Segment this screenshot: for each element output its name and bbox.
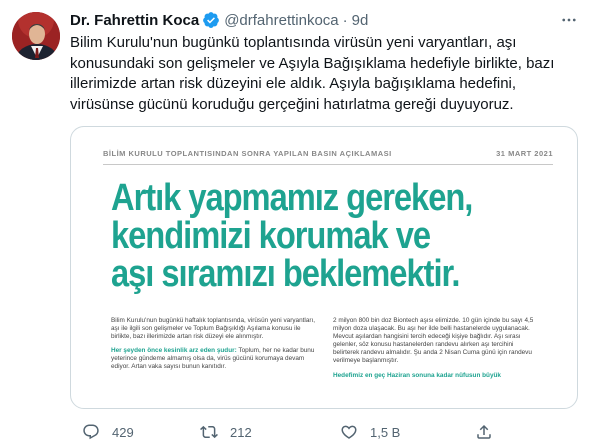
avatar[interactable] (12, 12, 60, 60)
reply-count: 429 (112, 424, 134, 440)
retweet-count: 212 (230, 424, 252, 440)
body-paragraph: Bilim Kurulu'nun bugünkü haftalık toplan… (111, 317, 316, 341)
press-release-title: BİLİM KURULU TOPLANTISINDAN SONRA YAPILA… (103, 149, 392, 158)
body-paragraph: 2 milyon 800 bin doz Biontech aşısı elim… (333, 317, 534, 365)
body-columns: Bilim Kurulu'nun bugünkü haftalık toplan… (111, 317, 549, 408)
body-paragraph: Her şeyden önce kesinlik arz eden şudur:… (111, 347, 317, 371)
like-button[interactable]: 1,5 B (340, 420, 400, 444)
highlight-text: Hedefimiz en geç Haziran sonuna kadar nü… (333, 371, 501, 379)
like-count: 1,5 B (370, 424, 401, 440)
headline-line: kendimizi korumak ve (111, 215, 431, 257)
press-release-header: BİLİM KURULU TOPLANTISINDAN SONRA YAPILA… (103, 149, 553, 158)
reply-icon (83, 424, 99, 440)
retweet-icon (200, 425, 218, 439)
more-options-icon[interactable] (558, 10, 580, 30)
tweet-timestamp[interactable]: 9d (352, 12, 369, 29)
separator-dot: · (342, 11, 348, 29)
press-release-date: 31 MART 2021 (496, 149, 553, 158)
tweet-text: Bilim Kurulu'nun bugünkü toplantısında v… (70, 34, 555, 113)
avatar-image (12, 12, 60, 60)
highlight-text: Her şeyden önce kesinlik arz eden şudur: (111, 347, 237, 355)
share-button[interactable] (475, 420, 493, 444)
headline-line: aşı sıramızı beklemektir. (111, 253, 460, 295)
tweet[interactable]: Dr. Fahrettin Koca @drfahrettinkoca · 9d… (0, 0, 589, 448)
retweet-button[interactable]: 212 (200, 420, 252, 444)
headline-line: Artık yapmamız gereken, (111, 177, 473, 219)
tweet-actions: 429 212 1,5 B (70, 420, 580, 444)
author-handle[interactable]: @drfahrettinkoca (224, 12, 338, 29)
tweet-image[interactable]: BİLİM KURULU TOPLANTISINDAN SONRA YAPILA… (70, 126, 578, 409)
header-divider (103, 164, 553, 165)
body-column-right: 2 milyon 800 bin doz Biontech aşısı elim… (333, 317, 539, 386)
headline: Artık yapmamız gereken, kendimizi koruma… (111, 179, 498, 293)
share-icon (477, 424, 491, 439)
body-column-left: Bilim Kurulu'nun bugünkü haftalık toplan… (111, 317, 317, 378)
verified-badge-icon (202, 11, 220, 29)
body-paragraph: Hedefimiz en geç Haziran sonuna kadar nü… (333, 372, 539, 380)
author-name[interactable]: Dr. Fahrettin Koca (70, 12, 199, 29)
reply-button[interactable]: 429 (82, 420, 134, 444)
tweet-header: Dr. Fahrettin Koca @drfahrettinkoca · 9d (70, 10, 368, 30)
heart-icon (341, 425, 357, 439)
press-release-document: BİLİM KURULU TOPLANTISINDAN SONRA YAPILA… (99, 127, 557, 408)
